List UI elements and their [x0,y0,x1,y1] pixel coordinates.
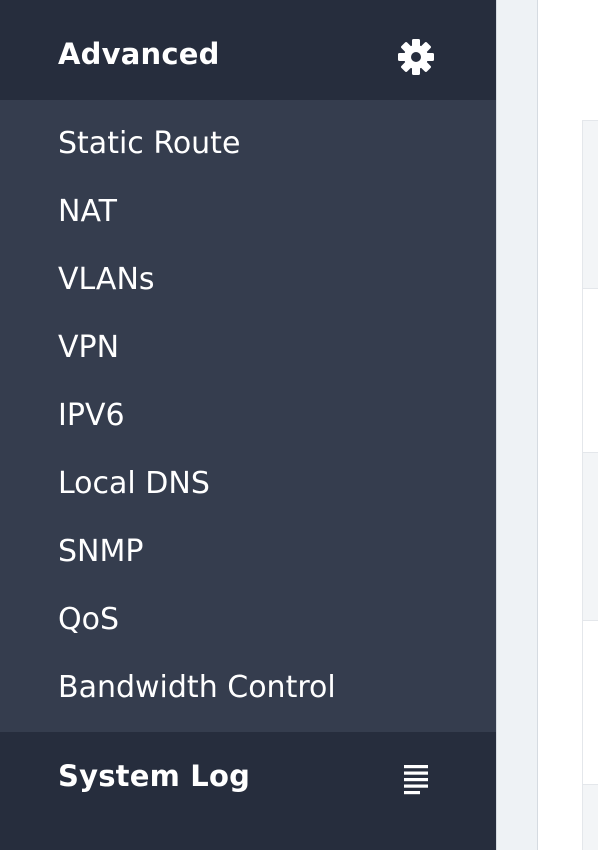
sidebar-item-label: Static Route [58,126,241,161]
app-root: Advanced Static Route NAT VLANs VPN IPV6… [0,0,598,850]
sidebar-item-label: VPN [58,330,120,365]
advanced-submenu: Static Route NAT VLANs VPN IPV6 Local DN… [0,100,496,732]
sidebar-item-label: SNMP [58,534,144,569]
sidebar-item-vlans[interactable]: VLANs [0,236,496,304]
content-row [582,452,598,620]
main-content [538,0,598,850]
content-row [582,120,598,288]
sidebar-item-label: Bandwidth Control [58,670,336,705]
content-row [582,784,598,850]
sidebar-item-label: QoS [58,602,120,637]
sidebar-item-qos[interactable]: QoS [0,576,496,644]
list-icon [398,758,438,798]
sidebar-item-label: VLANs [58,262,155,297]
content-row [582,288,598,452]
sidebar-item-bandwidth-control[interactable]: Bandwidth Control [0,644,496,712]
sidebar-item-static-route[interactable]: Static Route [0,100,496,168]
sidebar: Advanced Static Route NAT VLANs VPN IPV6… [0,0,496,850]
content-row [582,620,598,784]
section-title-system-log: System Log [58,759,251,793]
sidebar-section-advanced[interactable]: Advanced [0,0,496,100]
sidebar-item-label: NAT [58,194,117,229]
sidebar-item-label: IPV6 [58,398,125,433]
sidebar-divider [496,0,538,850]
sidebar-item-label: Local DNS [58,466,210,501]
sidebar-item-local-dns[interactable]: Local DNS [0,440,496,508]
sidebar-section-system-log[interactable]: System Log [0,732,496,824]
gear-icon[interactable] [396,37,436,77]
sidebar-item-snmp[interactable]: SNMP [0,508,496,576]
sidebar-item-ipv6[interactable]: IPV6 [0,372,496,440]
section-title-advanced: Advanced [58,37,220,71]
sidebar-item-vpn[interactable]: VPN [0,304,496,372]
sidebar-item-nat[interactable]: NAT [0,168,496,236]
